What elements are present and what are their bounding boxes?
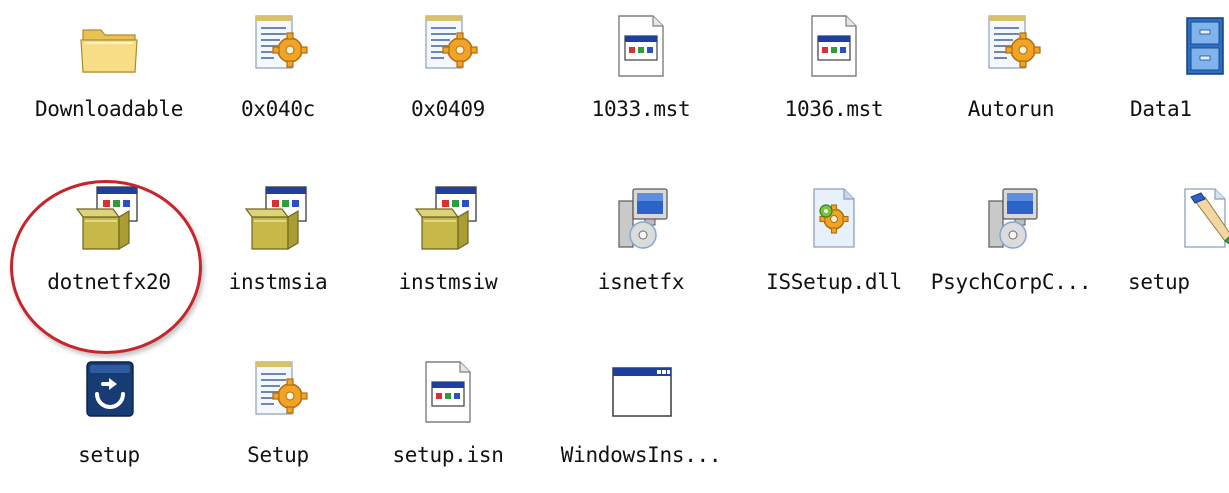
file-item-issetup-dll[interactable]: ISSetup.dll (749, 183, 919, 333)
file-item-1033-mst[interactable]: 1033.mst (556, 10, 726, 160)
config-settings-icon (242, 356, 314, 428)
file-item-setup-isn[interactable]: setup.isn (363, 356, 533, 493)
file-label: setup (1128, 270, 1190, 294)
file-label: Downloadable (34, 97, 184, 121)
file-label: Setup (247, 443, 309, 467)
file-item-0x040c[interactable]: 0x040c (193, 10, 363, 160)
file-label: WindowsIns... (560, 443, 722, 467)
installer-package-icon (73, 183, 145, 255)
file-item-setup-exe[interactable]: setup (24, 356, 194, 493)
file-item-1036-mst[interactable]: 1036.mst (749, 10, 919, 160)
file-item-psychcorpc[interactable]: PsychCorpC... (926, 183, 1096, 333)
config-settings-icon (975, 10, 1047, 82)
file-item-windowsins[interactable]: WindowsIns... (556, 356, 726, 493)
file-label: Autorun (967, 97, 1055, 121)
blue-setup-icon (73, 356, 145, 428)
file-item-instmsiw[interactable]: instmsiw (363, 183, 533, 333)
window-document-icon (798, 10, 870, 82)
dll-gear-icon (798, 183, 870, 255)
installer-package-icon (412, 183, 484, 255)
file-view: Downloadable 0x040c 0x0409 1033.mst 1036… (0, 0, 1229, 493)
file-item-0x0409[interactable]: 0x0409 (363, 10, 533, 160)
window-document-icon (605, 10, 677, 82)
window-document-icon (412, 356, 484, 428)
file-label: instmsia (228, 270, 328, 294)
file-item-isnetfx[interactable]: isnetfx (556, 183, 726, 333)
file-label: isnetfx (597, 270, 685, 294)
file-item-data1[interactable]: Data1 (1120, 10, 1229, 160)
cabinet-icon (1169, 10, 1229, 82)
file-item-autorun[interactable]: Autorun (926, 10, 1096, 160)
file-label: instmsiw (398, 270, 498, 294)
file-label: dotnetfx20 (47, 270, 171, 294)
file-item-downloadable[interactable]: Downloadable (24, 10, 194, 160)
file-label: ISSetup.dll (766, 270, 902, 294)
config-settings-icon (242, 10, 314, 82)
file-item-instmsia[interactable]: instmsia (193, 183, 363, 333)
installer-package-icon (242, 183, 314, 255)
file-item-setup-config[interactable]: setup (1120, 183, 1229, 333)
file-label: 1033.mst (591, 97, 691, 121)
file-label: 1036.mst (784, 97, 884, 121)
file-label: setup.isn (392, 443, 504, 467)
config-settings-icon (412, 10, 484, 82)
folder-icon (73, 10, 145, 82)
computer-cd-icon (605, 183, 677, 255)
file-label: 0x0409 (410, 97, 486, 121)
window-app-icon (605, 356, 677, 428)
file-item-dotnetfx20[interactable]: dotnetfx20 (24, 183, 194, 333)
file-label: PsychCorpC... (930, 270, 1092, 294)
file-item-setup-ini[interactable]: Setup (193, 356, 363, 493)
file-label: Data1 (1130, 97, 1192, 121)
file-label: setup (78, 443, 140, 467)
paintbrush-file-icon (1169, 183, 1229, 255)
file-label: 0x040c (240, 97, 316, 121)
computer-cd-icon (975, 183, 1047, 255)
